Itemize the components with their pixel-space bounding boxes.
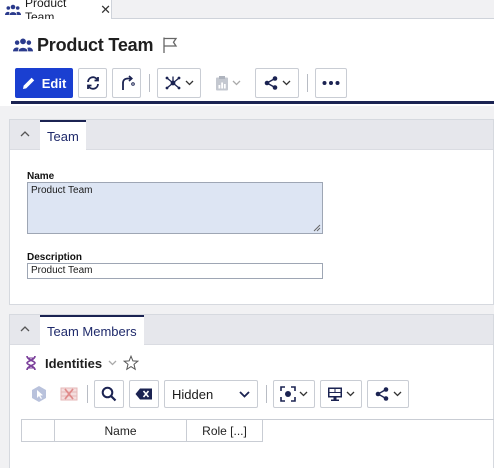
name-field-value: Product Team xyxy=(31,185,93,196)
resize-grip-icon[interactable] xyxy=(313,224,321,232)
workflow-icon xyxy=(121,75,135,90)
monitor-icon xyxy=(328,387,342,401)
network-icon xyxy=(165,76,181,90)
pencil-icon xyxy=(22,77,34,89)
identities-header: Identities xyxy=(24,355,140,371)
star-icon[interactable] xyxy=(123,355,140,371)
select-all-column-header[interactable] xyxy=(21,420,55,442)
name-label: Name xyxy=(27,171,55,182)
delete-rows-icon xyxy=(60,387,78,401)
visibility-select-value: Hidden xyxy=(172,386,214,402)
refresh-button[interactable] xyxy=(78,68,107,98)
identities-grid: Name Role [...] xyxy=(21,419,494,468)
reports-dropdown-button[interactable] xyxy=(206,68,250,98)
tab-team-members[interactable]: Team Members xyxy=(40,315,144,345)
toolbar-separator xyxy=(266,385,267,403)
description-label: Description xyxy=(27,252,83,263)
team-members-panel-header: Team Members xyxy=(10,315,493,345)
collapse-icon[interactable] xyxy=(20,325,30,332)
column-header-role[interactable]: Role [...] xyxy=(187,420,263,442)
share-icon xyxy=(264,76,278,90)
search-button[interactable] xyxy=(94,380,124,408)
column-header-name[interactable]: Name xyxy=(55,420,187,442)
identities-title: Identities xyxy=(45,355,103,371)
chevron-down-icon xyxy=(282,80,291,86)
view-dropdown-button[interactable] xyxy=(320,380,362,408)
document-tab[interactable]: Product Team ✕ xyxy=(0,0,112,24)
chevron-down-icon xyxy=(299,391,308,397)
search-icon xyxy=(101,386,117,402)
team-icon xyxy=(13,37,33,53)
workflow-button[interactable] xyxy=(112,68,141,98)
description-field-value: Product Team xyxy=(31,265,93,276)
tab-team[interactable]: Team xyxy=(40,120,86,150)
edit-button-label: Edit xyxy=(41,75,67,91)
hexagon-cursor-icon xyxy=(32,386,46,402)
close-icon[interactable]: ✕ xyxy=(100,3,111,16)
team-panel-header: Team xyxy=(10,120,493,150)
name-field[interactable]: Product Team xyxy=(27,182,323,234)
chevron-down-icon[interactable] xyxy=(108,360,117,366)
share-icon xyxy=(375,387,389,401)
target-frame-icon xyxy=(280,386,296,402)
more-icon xyxy=(322,81,340,85)
refresh-icon xyxy=(86,76,99,90)
identities-toolbar: Hidden xyxy=(24,379,414,409)
page-title: Product Team xyxy=(37,34,154,55)
more-button[interactable] xyxy=(315,68,347,98)
chevron-down-icon xyxy=(232,80,241,86)
edit-button[interactable]: Edit xyxy=(15,68,73,98)
team-members-panel: Team Members Identities Hidden Name Role… xyxy=(9,314,494,468)
chevron-down-icon xyxy=(185,80,194,86)
object-header: Product Team Edit xyxy=(0,19,494,106)
backspace-icon xyxy=(135,388,152,400)
team-icon xyxy=(5,4,21,16)
toolbar-separator xyxy=(307,74,308,92)
tab-strip: Product Team ✕ xyxy=(0,0,494,24)
description-field[interactable]: Product Team xyxy=(27,263,323,279)
assign-button[interactable] xyxy=(24,380,54,408)
clipboard-chart-icon xyxy=(216,76,228,91)
main-toolbar: Edit xyxy=(15,67,352,99)
remove-button[interactable] xyxy=(54,380,84,408)
share-dropdown-button[interactable] xyxy=(255,68,299,98)
chevron-down-icon xyxy=(393,391,402,397)
focus-dropdown-button[interactable] xyxy=(273,380,315,408)
clear-filter-button[interactable] xyxy=(129,380,159,408)
toolbar-separator xyxy=(149,74,150,92)
visibility-select[interactable]: Hidden xyxy=(164,380,258,408)
team-panel: Team Name Product Team Description Produ… xyxy=(9,119,494,305)
chevron-down-icon xyxy=(346,391,355,397)
toolbar-separator xyxy=(87,385,88,403)
hierarchy-dropdown-button[interactable] xyxy=(157,68,201,98)
header-divider xyxy=(11,101,494,104)
chevron-down-icon xyxy=(239,390,250,398)
collapse-icon[interactable] xyxy=(20,130,30,137)
flag-icon[interactable] xyxy=(161,36,179,54)
dna-icon xyxy=(26,355,36,371)
share-dropdown-button[interactable] xyxy=(367,380,409,408)
